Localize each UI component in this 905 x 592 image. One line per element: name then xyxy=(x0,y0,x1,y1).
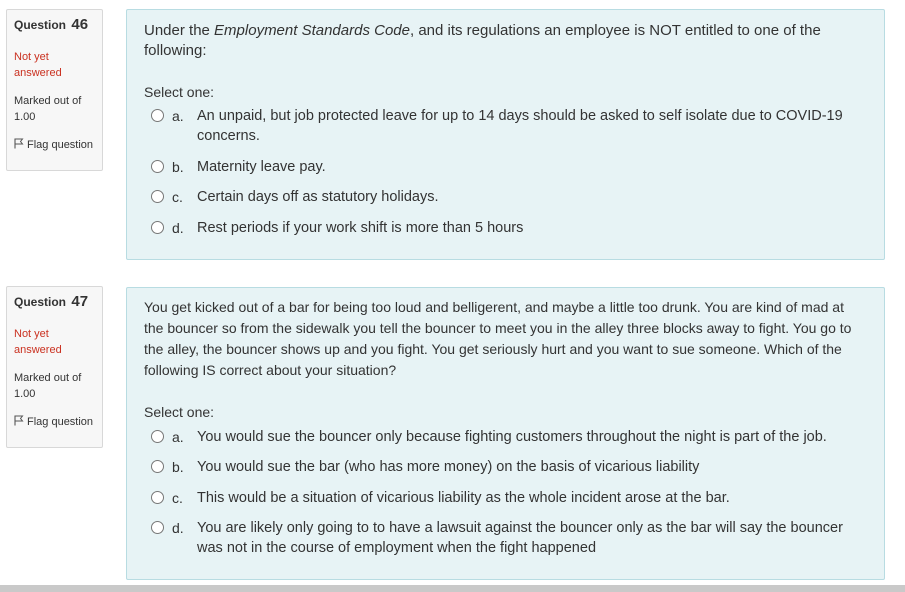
question-text-emphasis: Employment Standards Code xyxy=(214,22,410,39)
answer-option-d[interactable]: d. Rest periods if your work shift is mo… xyxy=(151,218,864,238)
answer-option-c[interactable]: c. Certain days off as statutory holiday… xyxy=(151,187,864,207)
flag-question-label: Flag question xyxy=(27,139,94,151)
select-one-prompt: Select one: xyxy=(144,84,215,100)
radio-button[interactable] xyxy=(151,430,164,443)
option-text: Certain days off as statutory holidays. xyxy=(197,189,439,205)
option-text: Rest periods if your work shift is more … xyxy=(197,220,524,236)
question-content-46: Under the Employment Standards Code, and… xyxy=(126,9,885,260)
answer-option-b[interactable]: b. You would sue the bar (who has more m… xyxy=(151,457,864,477)
option-text: You are likely only going to to have a l… xyxy=(197,520,843,556)
question-title: Question 46 xyxy=(14,16,95,33)
option-letter: a. xyxy=(172,429,184,445)
question-text: You get kicked out of a bar for being to… xyxy=(144,299,852,378)
horizontal-scrollbar[interactable] xyxy=(0,585,905,592)
answer-option-a[interactable]: a. You would sue the bouncer only becaus… xyxy=(151,427,864,447)
question-grade: Marked out of 1.00 xyxy=(14,95,82,123)
question-state: Not yet answered xyxy=(14,328,62,356)
option-letter: c. xyxy=(172,189,183,205)
question-number: 47 xyxy=(71,293,89,310)
radio-button[interactable] xyxy=(151,521,164,534)
flag-icon xyxy=(14,415,24,426)
question-grade: Marked out of 1.00 xyxy=(14,372,82,400)
question-state: Not yet answered xyxy=(14,51,62,79)
option-letter: b. xyxy=(172,159,184,175)
question-label: Question xyxy=(14,18,67,32)
option-text: An unpaid, but job protected leave for u… xyxy=(197,108,843,144)
radio-button[interactable] xyxy=(151,221,164,234)
radio-button[interactable] xyxy=(151,109,164,122)
answer-option-b[interactable]: b. Maternity leave pay. xyxy=(151,157,864,177)
option-text: This would be a situation of vicarious l… xyxy=(197,490,730,506)
answer-option-d[interactable]: d. You are likely only going to to have … xyxy=(151,518,864,558)
question-text-part: Under the xyxy=(144,22,215,39)
question-number: 46 xyxy=(71,16,89,33)
select-one-prompt: Select one: xyxy=(144,404,215,420)
option-letter: d. xyxy=(172,220,184,236)
question-info-47: Question 47 Not yet answered Marked out … xyxy=(6,286,103,448)
option-letter: d. xyxy=(172,520,184,536)
option-letter: b. xyxy=(172,459,184,475)
option-text: Maternity leave pay. xyxy=(197,159,326,175)
question-label: Question xyxy=(14,295,67,309)
question-content-47: You get kicked out of a bar for being to… xyxy=(126,287,885,580)
option-letter: c. xyxy=(172,490,183,506)
flag-question-link[interactable]: Flag question xyxy=(14,137,95,153)
flag-question-label: Flag question xyxy=(27,416,94,428)
flag-question-link[interactable]: Flag question xyxy=(14,414,95,430)
option-text: You would sue the bar (who has more mone… xyxy=(197,459,700,475)
option-text: You would sue the bouncer only because f… xyxy=(197,429,827,445)
radio-button[interactable] xyxy=(151,460,164,473)
flag-icon xyxy=(14,138,24,149)
question-text: Under the Employment Standards Code, and… xyxy=(144,21,860,61)
question-info-46: Question 46 Not yet answered Marked out … xyxy=(6,9,103,171)
radio-button[interactable] xyxy=(151,160,164,173)
answer-option-c[interactable]: c. This would be a situation of vicariou… xyxy=(151,488,864,508)
radio-button[interactable] xyxy=(151,190,164,203)
answer-option-a[interactable]: a. An unpaid, but job protected leave fo… xyxy=(151,106,864,146)
option-letter: a. xyxy=(172,108,184,124)
question-title: Question 47 xyxy=(14,293,95,310)
radio-button[interactable] xyxy=(151,491,164,504)
